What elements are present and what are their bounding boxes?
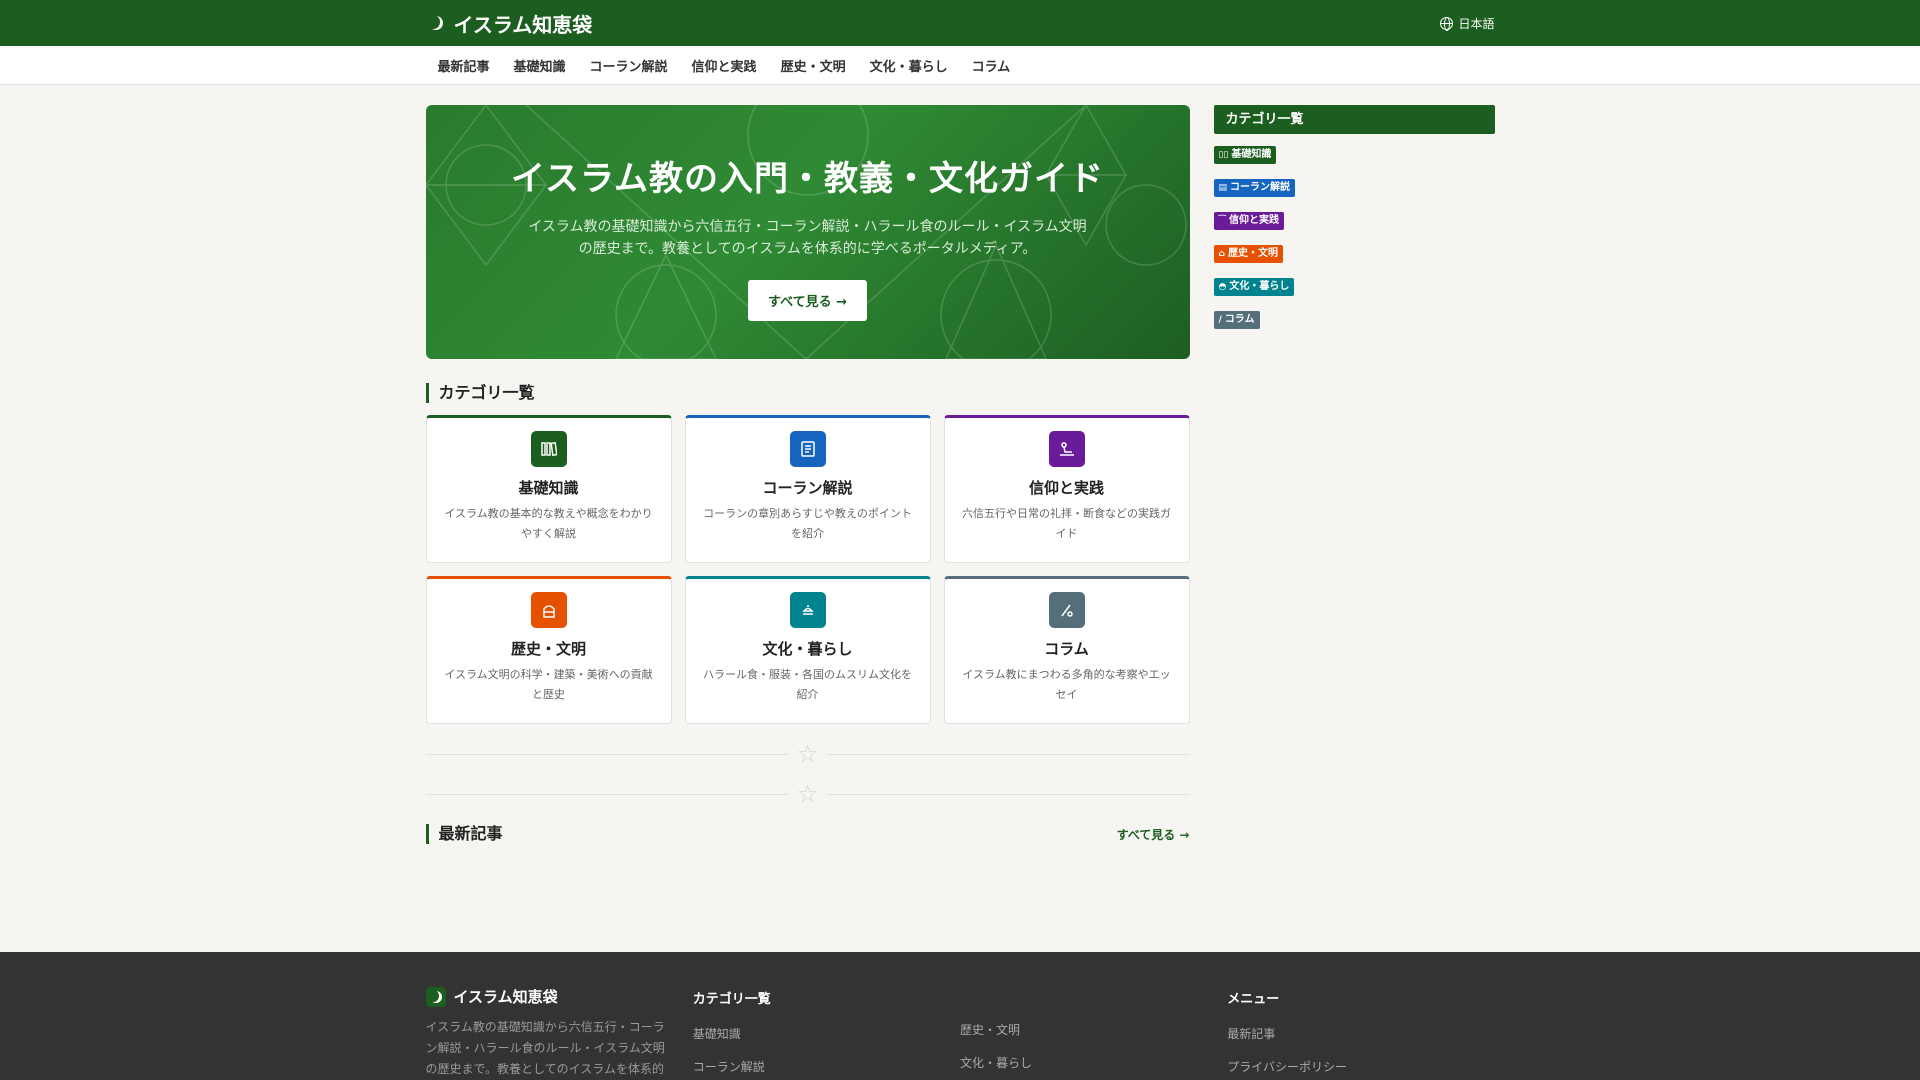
category-tag-column[interactable]: ∕ コラム: [1213, 311, 1260, 329]
footer-link-latest[interactable]: 最新記事: [1227, 1025, 1494, 1042]
category-tag-list: ▯▯ 基礎知識 ▤ コーラン解説 ⁀ 信仰と実践 ⌂ 歴史・文明 ◓ 文化・暮らし ∕ コラ…: [1213, 146, 1495, 329]
footer-description: イスラム教の基礎知識から六信五行・コーラン解説・ハラール食のルール・イスラム文明…: [425, 1020, 665, 1076]
latest-heading: 最新記事 すべて見る →: [425, 824, 1190, 844]
tag-label: 文化・暮らし: [1229, 281, 1290, 292]
nav-item-quran[interactable]: コーラン解説: [578, 56, 680, 75]
food-icon: [789, 592, 826, 628]
footer-link-basics[interactable]: 基礎知識: [693, 1025, 960, 1042]
category-description: コーランの章別あらすじや教えのポイントを紹介: [703, 507, 912, 540]
site-title: イスラム知恵袋: [453, 12, 593, 37]
categories-heading: カテゴリ一覧: [425, 383, 1190, 403]
footer-about: イスラム知恵袋 イスラム教の基礎知識から六信五行・コーラン解説・ハラール食のルー…: [425, 986, 693, 1080]
tag-label: コラム: [1224, 314, 1255, 325]
document-icon: ▤: [1218, 183, 1228, 193]
category-description: 六信五行や日常の礼拝・断食などの実践ガイド: [962, 507, 1171, 540]
star-icon: ☆: [788, 782, 827, 806]
footer-link-culture[interactable]: 文化・暮らし: [960, 1054, 1227, 1071]
main-content: イスラム教の入門・教義・文化ガイド イスラム教の基礎知識から六信五行・コーラン解…: [425, 105, 1190, 844]
nav-item-latest[interactable]: 最新記事: [426, 56, 502, 75]
tag-label: 基礎知識: [1231, 149, 1272, 160]
category-card-column[interactable]: コラム イスラム教にまつわる多角的な考察やエッセイ: [943, 576, 1190, 724]
crescent-icon: [425, 986, 446, 1007]
globe-icon: [1440, 16, 1454, 31]
category-tag-faith[interactable]: ⁀ 信仰と実践: [1213, 212, 1284, 230]
category-card-quran[interactable]: コーラン解説 コーランの章別あらすじや教えのポイントを紹介: [684, 415, 931, 563]
category-card-history[interactable]: 歴史・文明 イスラム文明の科学・建築・美術への貢献と歴史: [425, 576, 672, 724]
footer-menu: メニュー 最新記事 プライバシーポリシー: [1227, 986, 1494, 1080]
nav-item-culture[interactable]: 文化・暮らし: [858, 56, 960, 75]
food-icon: ◓: [1218, 282, 1227, 292]
category-description: イスラム教にまつわる多角的な考察やエッセイ: [962, 668, 1171, 701]
mosque-icon: [530, 592, 567, 628]
footer-menu-title: メニュー: [1227, 992, 1280, 1007]
crescent-icon: [425, 13, 446, 33]
language-label: 日本語: [1458, 16, 1495, 31]
sidebar-title: カテゴリ一覧: [1213, 105, 1495, 134]
book-icon: ▯▯: [1218, 150, 1229, 160]
footer-link-privacy[interactable]: プライバシーポリシー: [1227, 1058, 1494, 1075]
category-card-faith[interactable]: 信仰と実践 六信五行や日常の礼拝・断食などの実践ガイド: [943, 415, 1190, 563]
category-tag-history[interactable]: ⌂ 歴史・文明: [1213, 245, 1283, 263]
sidebar: カテゴリ一覧 ▯▯ 基礎知識 ▤ コーラン解説 ⁀ 信仰と実践 ⌂ 歴史・文明 ◓ 文化・…: [1213, 105, 1495, 844]
category-title: 歴史・文明: [510, 640, 586, 658]
nav-item-faith[interactable]: 信仰と実践: [680, 56, 769, 75]
category-title: 信仰と実践: [1028, 479, 1104, 497]
section-title: カテゴリ一覧: [425, 383, 535, 403]
category-tag-culture[interactable]: ◓ 文化・暮らし: [1213, 278, 1295, 296]
tag-label: 信仰と実践: [1228, 215, 1279, 226]
footer-categories-2: 歴史・文明 文化・暮らし: [960, 986, 1227, 1080]
divider-ornament: ☆: [425, 776, 1190, 812]
main-nav: 最新記事 基礎知識 コーラン解説 信仰と実践 歴史・文明 文化・暮らし コラム: [0, 46, 1920, 85]
section-title: 最新記事: [425, 824, 503, 844]
mosque-icon: ⌂: [1218, 249, 1225, 259]
pen-icon: [1048, 592, 1085, 628]
category-description: イスラム文明の科学・建築・美術への貢献と歴史: [444, 668, 653, 701]
category-title: 基礎知識: [518, 479, 579, 497]
prayer-icon: [1048, 431, 1085, 467]
star-icon: ☆: [788, 742, 827, 766]
category-card-basics[interactable]: 基礎知識 イスラム教の基本的な教えや概念をわかりやすく解説: [425, 415, 672, 563]
category-description: イスラム教の基本的な教えや概念をわかりやすく解説: [444, 507, 653, 540]
footer-link-history[interactable]: 歴史・文明: [960, 1021, 1227, 1038]
footer-link-quran[interactable]: コーラン解説: [693, 1058, 960, 1075]
site-footer: イスラム知恵袋 イスラム教の基礎知識から六信五行・コーラン解説・ハラール食のルー…: [0, 952, 1920, 1080]
book-icon: [530, 431, 567, 467]
tag-label: コーラン解説: [1230, 182, 1291, 193]
footer-categories: カテゴリ一覧 基礎知識 コーラン解説: [693, 986, 960, 1080]
footer-categories-title: カテゴリ一覧: [692, 992, 771, 1007]
category-grid: 基礎知識 イスラム教の基本的な教えや概念をわかりやすく解説 コーラン解説 コーラ…: [425, 415, 1190, 724]
prayer-icon: ⁀: [1218, 216, 1226, 226]
category-tag-quran[interactable]: ▤ コーラン解説: [1213, 179, 1296, 197]
view-all-button[interactable]: すべて見る →: [748, 280, 867, 321]
nav-item-basics[interactable]: 基礎知識: [502, 56, 578, 75]
pen-icon: ∕: [1218, 315, 1222, 325]
view-all-latest-link[interactable]: すべて見る →: [1117, 826, 1190, 843]
divider-ornament: ☆: [425, 736, 1190, 772]
nav-item-column[interactable]: コラム: [960, 56, 1023, 75]
nav-item-history[interactable]: 歴史・文明: [769, 56, 858, 75]
hero-description: イスラム教の基礎知識から六信五行・コーラン解説・ハラール食のルール・イスラム文明…: [528, 219, 1087, 257]
footer-logo[interactable]: イスラム知恵袋: [425, 986, 693, 1007]
site-header: イスラム知恵袋 日本語: [0, 0, 1920, 46]
hero-banner: イスラム教の入門・教義・文化ガイド イスラム教の基礎知識から六信五行・コーラン解…: [425, 105, 1190, 359]
category-tag-basics[interactable]: ▯▯ 基礎知識: [1213, 146, 1277, 164]
category-title: 文化・暮らし: [762, 640, 853, 658]
document-icon: [789, 431, 826, 467]
footer-site-title: イスラム知恵袋: [453, 988, 558, 1006]
category-description: ハラール食・服装・各国のムスリム文化を紹介: [703, 668, 912, 701]
tag-label: 歴史・文明: [1227, 248, 1278, 259]
site-logo[interactable]: イスラム知恵袋: [425, 9, 593, 38]
language-switcher[interactable]: 日本語: [1440, 15, 1495, 32]
category-card-culture[interactable]: 文化・暮らし ハラール食・服装・各国のムスリム文化を紹介: [684, 576, 931, 724]
category-title: コーラン解説: [762, 479, 853, 497]
category-title: コラム: [1044, 640, 1089, 658]
hero-title: イスラム教の入門・教義・文化ガイド: [511, 159, 1104, 199]
